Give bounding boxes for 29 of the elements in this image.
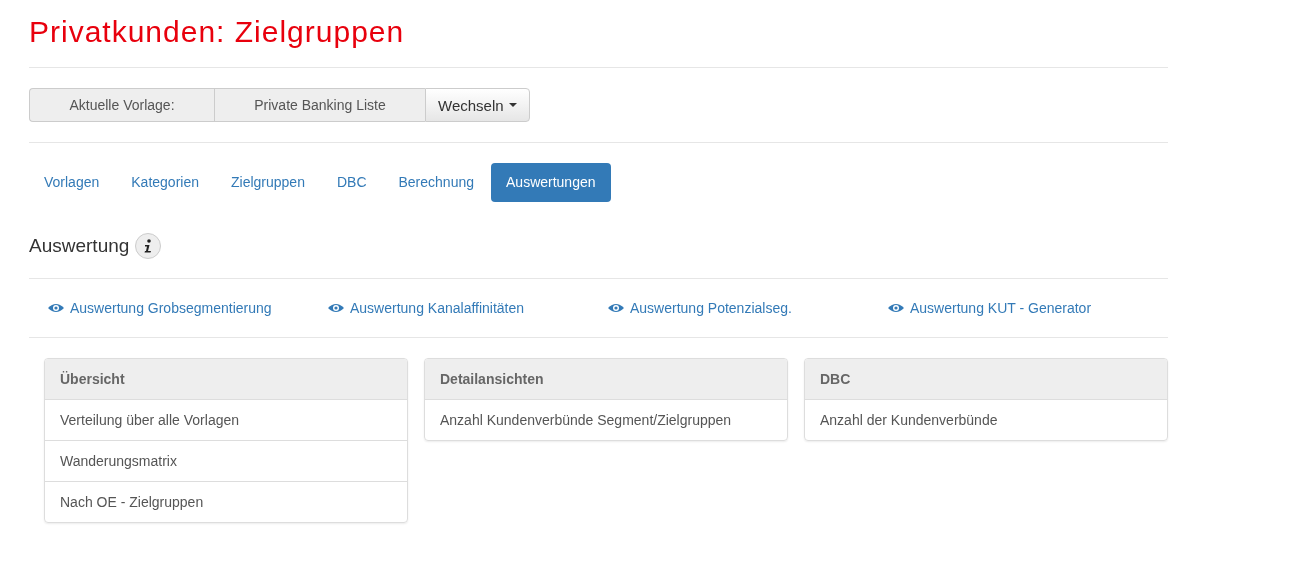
panel-item[interactable]: Anzahl Kundenverbünde Segment/Zielgruppen bbox=[425, 400, 787, 440]
eye-icon bbox=[888, 303, 904, 313]
nav-tab[interactable]: Berechnung bbox=[383, 163, 489, 202]
report-link[interactable]: Auswertung Potenzialseg. bbox=[608, 300, 888, 316]
section-heading: Auswertung bbox=[29, 235, 130, 257]
template-value: Private Banking Liste bbox=[214, 88, 425, 122]
nav-tab[interactable]: Kategorien bbox=[116, 163, 214, 202]
eye-icon bbox=[608, 303, 624, 313]
report-link[interactable]: Auswertung Grobsegmentierung bbox=[48, 300, 328, 316]
switch-button[interactable]: Wechseln bbox=[425, 88, 530, 122]
panel-item[interactable]: Wanderungsmatrix bbox=[45, 440, 407, 481]
nav-tab[interactable]: DBC bbox=[321, 163, 382, 202]
panel-item[interactable]: Nach OE - Zielgruppen bbox=[45, 481, 407, 522]
panel-heading: DBC bbox=[805, 359, 1167, 400]
panel-heading: Detailansichten bbox=[425, 359, 787, 400]
caret-icon bbox=[508, 103, 517, 107]
info-icon[interactable] bbox=[135, 233, 162, 259]
panel-item[interactable]: Anzahl der Kundenverbünde bbox=[805, 400, 1167, 440]
panel-item[interactable]: Verteilung über alle Vorlagen bbox=[45, 400, 407, 440]
eye-icon bbox=[328, 303, 344, 313]
panel-heading: Übersicht bbox=[45, 359, 407, 400]
eye-icon bbox=[48, 303, 64, 313]
template-label: Aktuelle Vorlage: bbox=[29, 88, 214, 122]
report-link[interactable]: Auswertung Kanalaffinitäten bbox=[328, 300, 608, 316]
nav-tab[interactable]: Auswertungen bbox=[491, 163, 611, 202]
nav-tab[interactable]: Vorlagen bbox=[29, 163, 115, 202]
report-link[interactable]: Auswertung KUT - Generator bbox=[888, 300, 1168, 316]
page-title: Privatkunden: Zielgruppen bbox=[29, 14, 406, 50]
nav-tab[interactable]: Zielgruppen bbox=[216, 163, 320, 202]
